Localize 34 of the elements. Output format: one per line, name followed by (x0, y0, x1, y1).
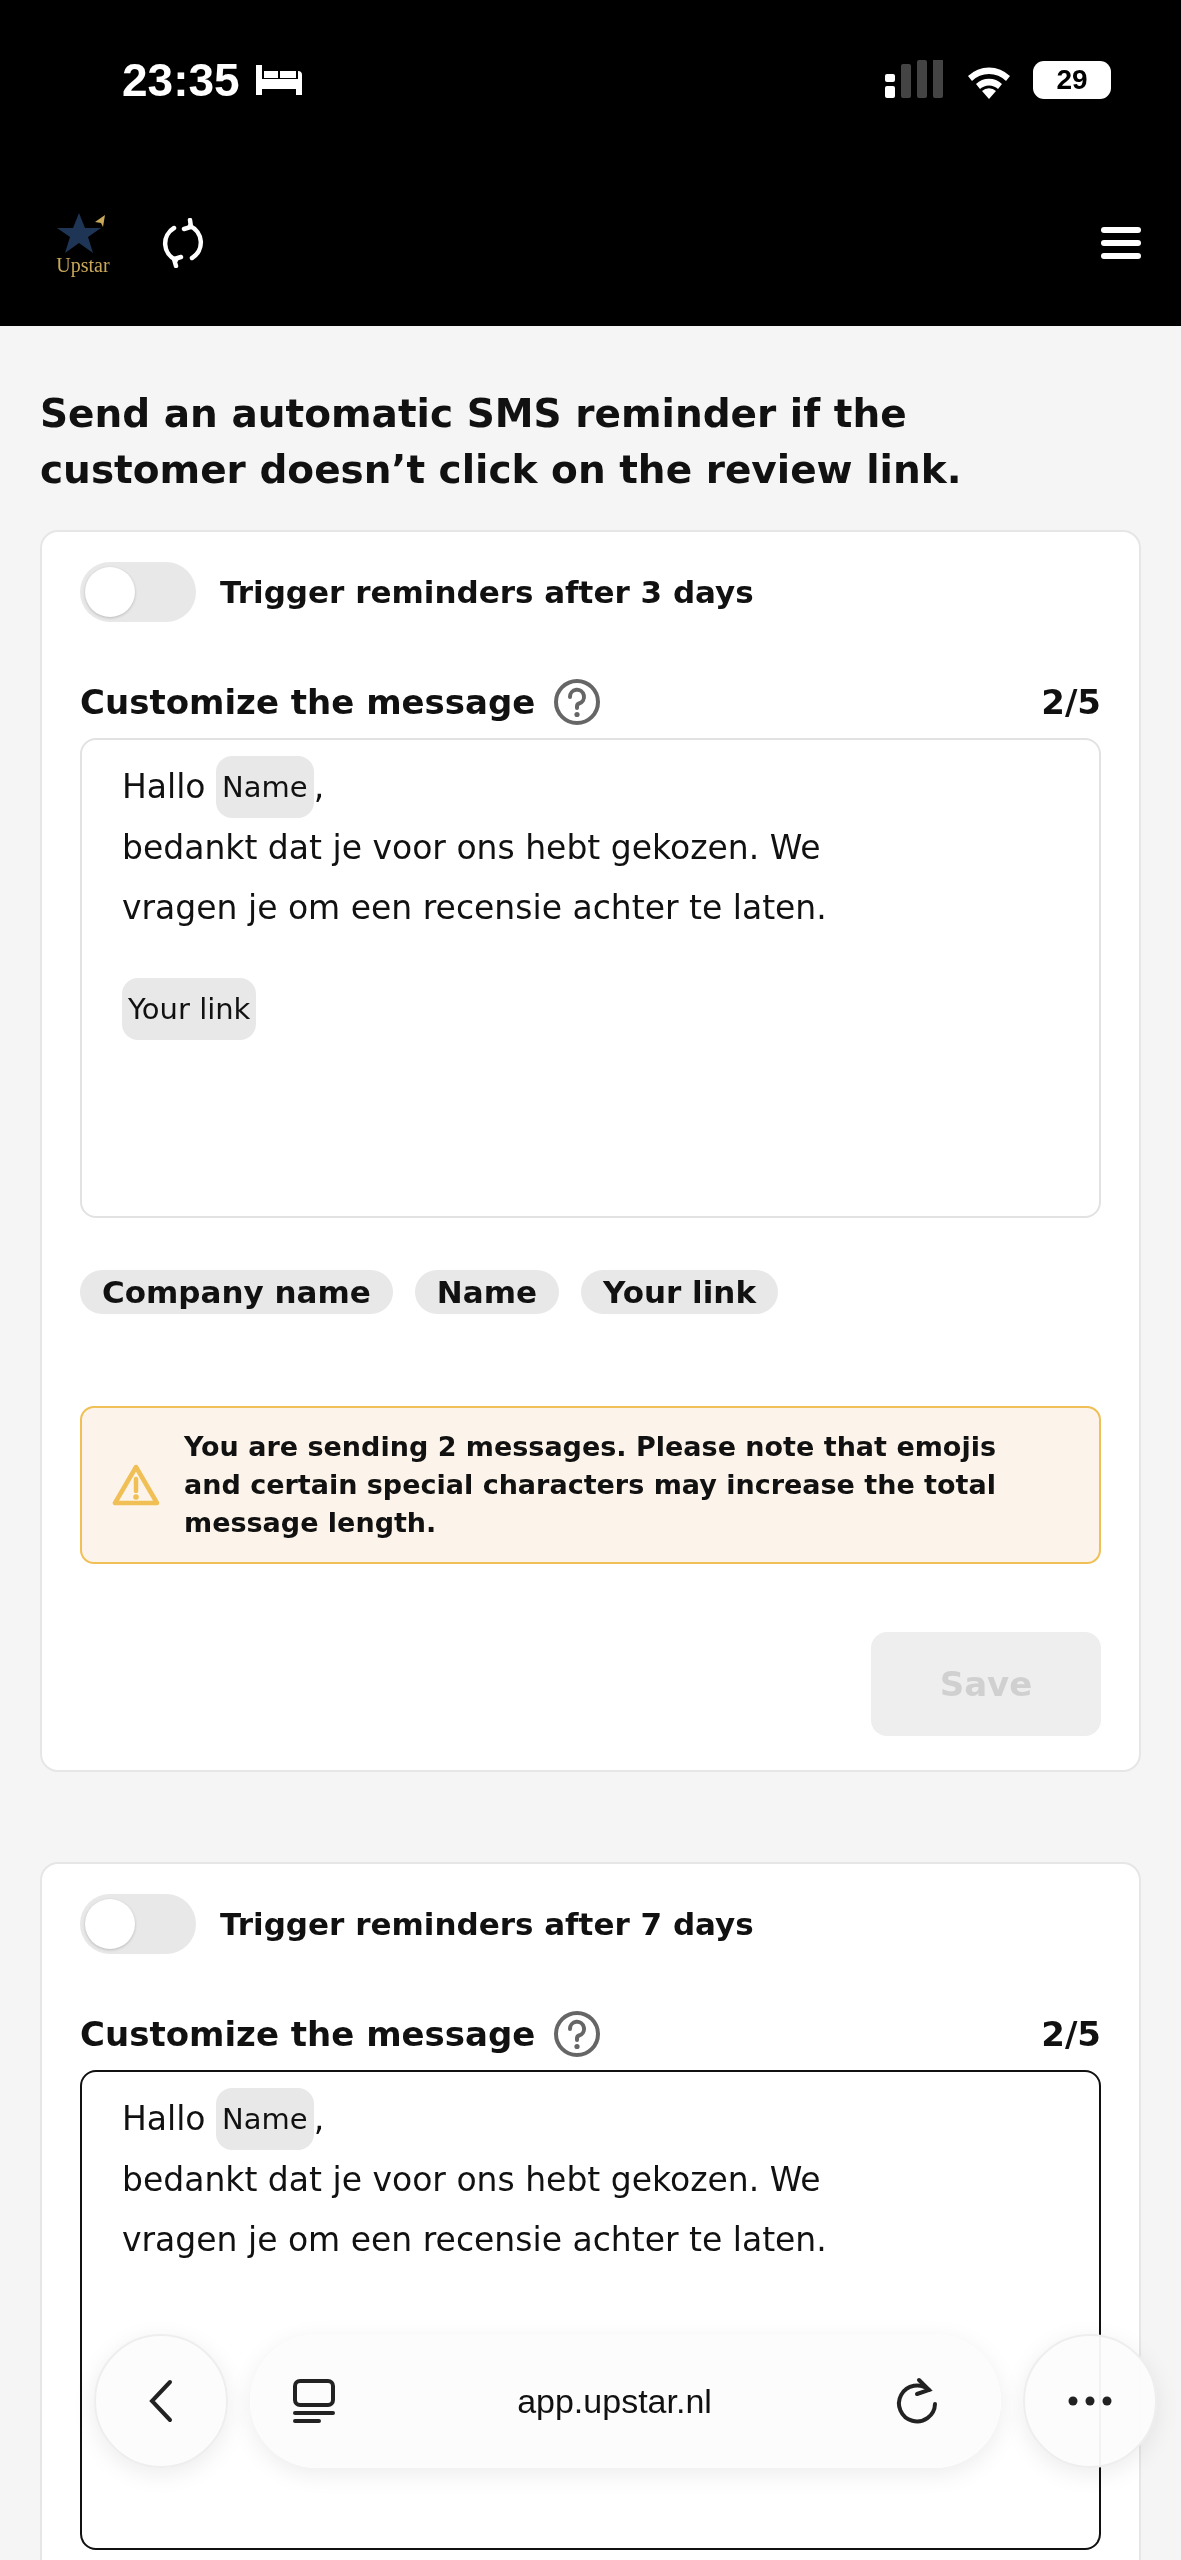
greeting-text: Hallo (122, 766, 206, 808)
insert-tag-chip[interactable]: Name (414, 1270, 560, 1314)
insert-tag-chip[interactable]: Company name (80, 1270, 393, 1314)
placeholder-tag: Your link (122, 978, 257, 1040)
ellipsis-icon (1068, 2396, 1112, 2406)
url-text[interactable]: app.upstar.nl (356, 2381, 873, 2421)
tab-overview-icon[interactable] (292, 2378, 336, 2424)
message-text: bedankt dat je voor ons hebt gekozen. We vragen je om een recensie achter te laten. (122, 827, 828, 929)
field-label: Customize the message (80, 2014, 536, 2054)
placeholder-tag: Name (216, 756, 314, 818)
chevron-left-icon (148, 2379, 174, 2423)
status-time: 23:35 (122, 53, 240, 107)
message-counter: 2/5 (1041, 682, 1101, 722)
help-icon[interactable] (553, 2010, 602, 2058)
placeholder-tag: Name (216, 2088, 314, 2150)
menu-icon[interactable] (1101, 227, 1141, 259)
comma-text: , (313, 2098, 325, 2140)
message-counter: 2/5 (1041, 2014, 1101, 2054)
insert-tag-chip[interactable]: Your link (581, 1270, 779, 1314)
cellular-signal-icon (885, 60, 945, 100)
comma-text: , (313, 766, 325, 808)
message-editor[interactable]: Hallo Name , bedankt dat je voor ons hebt gekozen. We vragen je om een recensie achter te laten. Your link (80, 738, 1101, 1218)
page-heading: Send an automatic SMS reminder if the customer doesn’t click on the review link. (40, 390, 963, 494)
refresh-icon[interactable] (160, 218, 206, 268)
help-icon[interactable] (553, 678, 602, 726)
battery-indicator: 29 (1033, 61, 1111, 99)
toggle-label: Trigger reminders after 7 days (220, 1906, 754, 1942)
warning-text: You are sending 2 messages. Please note that emojis and certain special characters may increase the total message length. (184, 1430, 997, 1540)
field-label: Customize the message (80, 682, 536, 722)
greeting-text: Hallo (122, 2098, 206, 2140)
message-text: bedankt dat je voor ons hebt gekozen. We vragen je om een recensie achter te laten. (122, 2159, 828, 2261)
toggle-label: Trigger reminders after 3 days (220, 574, 754, 610)
logo[interactable]: Upstar (48, 211, 118, 275)
warning-icon (112, 1463, 160, 1507)
